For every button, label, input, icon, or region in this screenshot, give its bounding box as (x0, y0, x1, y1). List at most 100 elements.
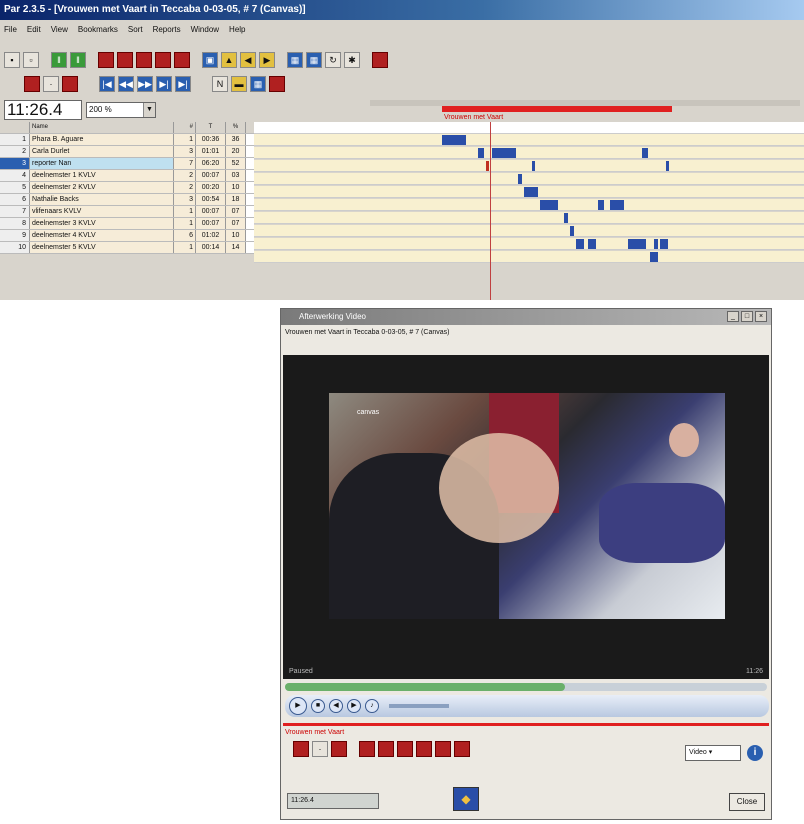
table-row[interactable]: 1 Phara B. Aguare 1 00:36 36 (0, 134, 254, 146)
save-icon[interactable]: ▪ (4, 52, 20, 68)
speech-segment[interactable] (660, 239, 668, 249)
speech-segment[interactable] (666, 161, 669, 171)
folder-icon[interactable]: ▬ (231, 76, 247, 92)
speech-segment[interactable] (442, 135, 466, 145)
speech-segment[interactable] (610, 200, 624, 210)
header-name[interactable]: Name (30, 122, 174, 133)
speech-segment[interactable] (532, 161, 535, 171)
video-frame[interactable]: canvas (283, 355, 769, 665)
mute-icon[interactable]: ♪ (365, 699, 379, 713)
clip-icon[interactable] (136, 52, 152, 68)
step-back-icon[interactable] (378, 741, 394, 757)
arrow-left-icon[interactable]: ◀ (240, 52, 256, 68)
menu-sort[interactable]: Sort (128, 25, 143, 34)
menu-reports[interactable]: Reports (153, 25, 181, 34)
merge-icon[interactable]: ‖ (70, 52, 86, 68)
skip-back-icon[interactable] (359, 741, 375, 757)
clip-icon[interactable] (174, 52, 190, 68)
speech-segment[interactable] (478, 148, 484, 158)
header-time[interactable]: T (196, 122, 226, 133)
mark-in-icon[interactable] (24, 76, 40, 92)
refresh-icon[interactable]: ↻ (325, 52, 341, 68)
minimize-icon[interactable]: _ (727, 311, 739, 322)
timeline-lane[interactable] (254, 147, 804, 159)
menu-bookmarks[interactable]: Bookmarks (78, 25, 118, 34)
mark-out-icon[interactable] (331, 741, 347, 757)
speech-segment[interactable] (518, 174, 522, 184)
timeline-lane[interactable] (254, 212, 804, 224)
mark-in-icon[interactable] (293, 741, 309, 757)
skip-forward-icon[interactable]: ▶| (156, 76, 172, 92)
speech-segment[interactable] (628, 239, 646, 249)
mode-select[interactable]: Video ▾ (685, 745, 741, 761)
timeline-lane[interactable] (254, 186, 804, 198)
speech-segment[interactable] (564, 213, 568, 223)
menu-view[interactable]: View (51, 25, 68, 34)
time-input[interactable]: 11:26.4 (4, 100, 82, 120)
timeline-lane[interactable] (254, 134, 804, 146)
speech-segment[interactable] (654, 239, 658, 249)
next-icon[interactable]: ▶ (347, 699, 361, 713)
menu-window[interactable]: Window (191, 25, 219, 34)
stop-icon[interactable] (372, 52, 388, 68)
header-percent[interactable]: % (226, 122, 246, 133)
mark-out-icon[interactable] (62, 76, 78, 92)
timeline-lane[interactable] (254, 160, 804, 172)
chart-icon[interactable]: ▦ (250, 76, 266, 92)
timeline-lane[interactable] (254, 199, 804, 211)
maximize-icon[interactable]: □ (741, 311, 753, 322)
header-count[interactable]: # (174, 122, 196, 133)
timeline-lane[interactable] (254, 251, 804, 263)
speech-segment[interactable] (486, 161, 489, 171)
timeline-lane[interactable] (254, 238, 804, 250)
close-button[interactable]: Close (729, 793, 765, 811)
info-icon[interactable]: i (747, 745, 763, 761)
forward-icon[interactable] (416, 741, 432, 757)
table-row[interactable]: 8 deelnemster 3 KVLV 1 00:07 07 (0, 218, 254, 230)
timeline-lane[interactable] (254, 173, 804, 185)
speech-segment[interactable] (570, 226, 574, 236)
speech-segment[interactable] (642, 148, 648, 158)
sync-icon[interactable]: ◆ (453, 787, 479, 811)
timeline-canvas[interactable] (254, 122, 804, 302)
rewind-icon[interactable] (397, 741, 413, 757)
skip-back-icon[interactable]: |◀ (99, 76, 115, 92)
table-row[interactable]: 7 vlifenaars KVLV 1 00:07 07 (0, 206, 254, 218)
table-row[interactable]: 3 reporter Nan 7 06:20 52 (0, 158, 254, 170)
speech-segment[interactable] (598, 200, 604, 210)
clip-icon[interactable] (98, 52, 114, 68)
warning-icon[interactable]: ▲ (221, 52, 237, 68)
step-back-icon[interactable]: ◀◀ (118, 76, 134, 92)
end-icon[interactable]: ▶| (175, 76, 191, 92)
speech-segment[interactable] (576, 239, 584, 249)
speech-segment[interactable] (540, 200, 558, 210)
mark-icon[interactable]: · (43, 76, 59, 92)
split-icon[interactable]: ‖ (51, 52, 67, 68)
table-row[interactable]: 9 deelnemster 4 KVLV 6 01:02 10 (0, 230, 254, 242)
selection-range-bar[interactable] (442, 106, 672, 112)
stop-icon[interactable]: ■ (311, 699, 325, 713)
table-row[interactable]: 4 deelnemster 1 KVLV 2 00:07 03 (0, 170, 254, 182)
previous-icon[interactable]: ◀ (329, 699, 343, 713)
settings-icon[interactable]: ✱ (344, 52, 360, 68)
mark-icon[interactable]: · (312, 741, 328, 757)
speech-segment[interactable] (492, 148, 516, 158)
grid-icon[interactable]: ▦ (306, 52, 322, 68)
timeline-lane[interactable] (254, 225, 804, 237)
print-icon[interactable]: ▫ (23, 52, 39, 68)
time-field[interactable]: 11:26.4 (287, 793, 379, 809)
text-icon[interactable]: N (212, 76, 228, 92)
menu-file[interactable]: File (4, 25, 17, 34)
image-icon[interactable]: ▣ (202, 52, 218, 68)
step-forward-icon[interactable]: ▶▶ (137, 76, 153, 92)
speech-segment[interactable] (650, 252, 658, 262)
table-row[interactable]: 2 Carla Durlet 3 01:01 20 (0, 146, 254, 158)
volume-slider[interactable] (389, 704, 449, 708)
arrow-right-icon[interactable]: ▶ (259, 52, 275, 68)
record-icon[interactable] (269, 76, 285, 92)
chevron-down-icon[interactable]: ▼ (143, 103, 155, 117)
zoom-select[interactable]: 200 % ▼ (86, 102, 156, 118)
play-icon[interactable]: ▶ (289, 697, 307, 715)
playhead-cursor[interactable] (490, 122, 491, 302)
menu-edit[interactable]: Edit (27, 25, 41, 34)
